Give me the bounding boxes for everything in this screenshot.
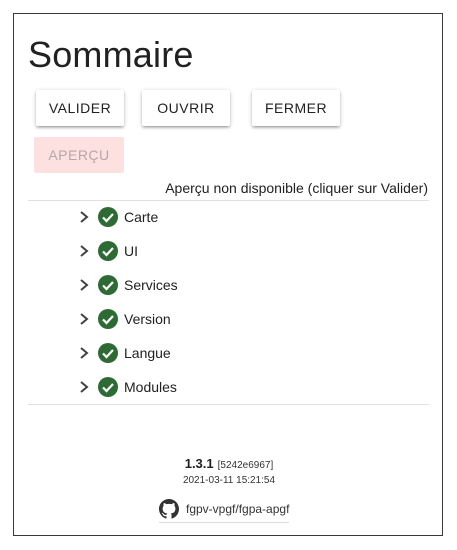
summary-panel: Sommaire VALIDER OUVRIR FERMER APERÇU Ap… bbox=[13, 13, 443, 536]
build-date: 2021-03-11 15:21:54 bbox=[182, 475, 276, 486]
check-circle-icon bbox=[98, 207, 118, 227]
tree-item-langue[interactable]: Langue bbox=[74, 336, 374, 370]
commit-hash: [5242e6967] bbox=[217, 460, 274, 471]
page-title: Sommaire bbox=[28, 34, 194, 75]
tree-item-label: Modules bbox=[124, 379, 177, 395]
chevron-right-icon[interactable] bbox=[74, 377, 94, 397]
divider-bottom bbox=[28, 404, 429, 405]
github-icon bbox=[159, 499, 179, 519]
chevron-right-icon[interactable] bbox=[74, 343, 94, 363]
tree-item-version[interactable]: Version bbox=[74, 302, 374, 336]
check-circle-icon bbox=[98, 241, 118, 261]
tree-item-carte[interactable]: Carte bbox=[74, 200, 374, 234]
check-circle-icon bbox=[98, 275, 118, 295]
chevron-right-icon[interactable] bbox=[74, 309, 94, 329]
repo-label: fgpv-vpgf/fgpa-apgf bbox=[186, 502, 290, 516]
tree-item-services[interactable]: Services bbox=[74, 268, 374, 302]
close-button[interactable]: FERMER bbox=[252, 90, 340, 126]
version-number: 1.3.1 bbox=[184, 456, 214, 471]
validate-button[interactable]: VALIDER bbox=[36, 90, 124, 126]
tree-item-ui[interactable]: UI bbox=[74, 234, 374, 268]
preview-button[interactable]: APERÇU bbox=[34, 137, 124, 173]
tree-item-modules[interactable]: Modules bbox=[74, 370, 374, 404]
chevron-right-icon[interactable] bbox=[74, 275, 94, 295]
tree-item-label: Version bbox=[124, 311, 171, 327]
tree-item-label: Carte bbox=[124, 209, 159, 225]
check-circle-icon bbox=[98, 377, 118, 397]
check-circle-icon bbox=[98, 343, 118, 363]
tree-item-label: Langue bbox=[124, 345, 171, 361]
section-tree: Carte UI Services Version Langue Modules bbox=[74, 200, 374, 404]
version-info: 1.3.1 [5242e6967] bbox=[14, 456, 444, 471]
preview-status-message: Aperçu non disponible (cliquer sur Valid… bbox=[165, 180, 428, 196]
check-circle-icon bbox=[98, 309, 118, 329]
chevron-right-icon[interactable] bbox=[74, 241, 94, 261]
repo-link[interactable]: fgpv-vpgf/fgpa-apgf bbox=[159, 498, 290, 523]
tree-item-label: UI bbox=[124, 243, 138, 259]
tree-item-label: Services bbox=[124, 277, 178, 293]
open-button[interactable]: OUVRIR bbox=[142, 90, 230, 126]
chevron-right-icon[interactable] bbox=[74, 207, 94, 227]
